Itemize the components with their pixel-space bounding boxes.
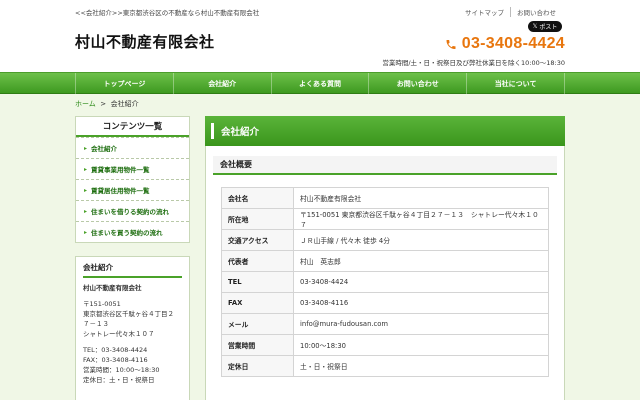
nav-contact[interactable]: お問い合わせ — [368, 73, 466, 95]
company-address-1: 東京都渋谷区千駄ヶ谷４丁目２ — [83, 310, 174, 318]
breadcrumb-home[interactable]: ホーム — [75, 100, 96, 108]
company-name: 村山不動産有限会社 — [83, 284, 142, 292]
row-value: 10:00〜18:30 — [293, 334, 549, 356]
row-label: 代表者 — [221, 250, 294, 272]
nav-top[interactable]: トップページ — [75, 73, 173, 95]
company-address-2: ７－１３ — [83, 320, 109, 328]
arrow-right-icon: ▸ — [84, 165, 88, 173]
sidebar-item-label: 会社紹介 — [91, 145, 118, 153]
table-row: FAX 03-3408-4116 — [221, 292, 549, 314]
top-links: サイトマップ お問い合わせ — [459, 7, 562, 17]
phone-number[interactable]: 03-3408-4424 — [462, 35, 565, 53]
site-header: <<会社紹介>>東京都渋谷区の不動産なら村山不動産有限会社 村山不動産有限会社 … — [0, 0, 640, 72]
company-hours: 営業時間：10:00〜18:30 — [83, 366, 160, 374]
row-label: FAX — [221, 292, 294, 314]
sidebar-item-label: 住まいを借りる契約の流れ — [91, 208, 170, 216]
nav-company[interactable]: 会社紹介 — [172, 73, 271, 95]
breadcrumb: ホーム > 会社紹介 — [75, 99, 139, 109]
sidebar-item-rent-flow[interactable]: ▸ 住まいを借りる契約の流れ — [76, 200, 189, 221]
company-table: 会社名 村山不動産有限会社 所在地 〒151-0051 東京都渋谷区千駄ヶ谷４丁目２７… — [221, 187, 549, 377]
row-value: ＪＲ山手線 / 代々木 徒歩 4分 — [293, 229, 549, 251]
row-label: 定休日 — [221, 355, 294, 377]
table-row: 営業時間 10:00〜18:30 — [221, 334, 549, 356]
phone-icon — [446, 39, 456, 49]
row-label: メール — [221, 313, 294, 335]
sidebar-item-label: 賃貸居住用物件一覧 — [91, 187, 150, 195]
row-value: 〒151-0051 東京都渋谷区千駄ヶ谷４丁目２７－１３ シャトレー代々木１０７ — [293, 208, 549, 230]
contact-link[interactable]: お問い合わせ — [510, 7, 562, 17]
sidebar-item-business-rental[interactable]: ▸ 賃貸事業用物件一覧 — [76, 158, 189, 179]
x-logo-icon: 𝕏 — [532, 23, 538, 30]
row-value: 村山 英志郎 — [293, 250, 549, 272]
breadcrumb-separator: > — [100, 100, 107, 108]
table-row: 定休日 土・日・祝祭日 — [221, 355, 549, 377]
x-post-button[interactable]: 𝕏 ポスト — [528, 21, 562, 32]
sidebar-item-buy-flow[interactable]: ▸ 住まいを買う契約の流れ — [76, 221, 189, 242]
page-title-bar: 会社紹介 — [205, 116, 565, 146]
company-info-box: 会社紹介 村山不動産有限会社 〒151-0051 東京都渋谷区千駄ヶ谷４丁目２ … — [75, 256, 190, 400]
post-label: ポスト — [539, 24, 558, 31]
sidebar-item-residential-rental[interactable]: ▸ 賃貸居住用物件一覧 — [76, 179, 189, 200]
table-row: 交通アクセス ＪＲ山手線 / 代々木 徒歩 4分 — [221, 229, 549, 251]
arrow-right-icon: ▸ — [84, 186, 88, 194]
site-tagline: <<会社紹介>>東京都渋谷区の不動産なら村山不動産有限会社 — [75, 9, 260, 17]
contents-menu: コンテンツ一覧 ▸ 会社紹介 ▸ 賃貸事業用物件一覧 ▸ 賃貸居住用物件一覧 ▸ 住まい… — [75, 116, 190, 243]
row-label: 所在地 — [221, 208, 294, 230]
company-postal: 〒151-0051 — [83, 300, 121, 308]
arrow-right-icon: ▸ — [84, 228, 88, 236]
sitemap-link[interactable]: サイトマップ — [459, 7, 510, 17]
phone-block: 03-3408-4424 — [445, 35, 565, 53]
company-holiday: 定休日：土・日・祝祭日 — [83, 376, 155, 384]
table-row: 会社名 村山不動産有限会社 — [221, 187, 549, 209]
sidebar-item-label: 賃貸事業用物件一覧 — [91, 166, 150, 174]
arrow-right-icon: ▸ — [84, 144, 88, 152]
page-title: 会社紹介 — [221, 127, 260, 138]
company-info-title: 会社紹介 — [83, 262, 182, 278]
main-content: 会社紹介 会社概要 会社名 村山不動産有限会社 所在地 〒151-0051 東京都渋谷… — [205, 116, 565, 400]
table-row: メール info@mura-fudousan.com — [221, 313, 549, 335]
business-hours: 営業時間/土・日・祝祭日及び弊社休業日を除く10:00〜18:30 — [382, 59, 565, 67]
table-row: 代表者 村山 英志郎 — [221, 250, 549, 272]
company-fax: FAX：03-3408-4116 — [83, 356, 148, 364]
contents-menu-title: コンテンツ一覧 — [76, 117, 189, 137]
sidebar-item-label: 住まいを買う契約の流れ — [91, 229, 163, 237]
main-body: 会社概要 会社名 村山不動産有限会社 所在地 〒151-0051 東京都渋谷区千駄ヶ谷… — [205, 146, 565, 400]
company-tel: TEL：03-3408-4424 — [83, 346, 148, 354]
title-accent-bar — [211, 123, 214, 139]
nav-faq[interactable]: よくある質問 — [270, 73, 369, 95]
nav-about[interactable]: 当社について — [466, 73, 565, 95]
sidebar-item-company[interactable]: ▸ 会社紹介 — [76, 137, 189, 158]
company-address-3: シャトレー代々木１０７ — [83, 330, 155, 338]
row-label: 会社名 — [221, 187, 294, 209]
arrow-right-icon: ▸ — [84, 207, 88, 215]
row-value: 村山不動産有限会社 — [293, 187, 549, 209]
row-label: TEL — [221, 271, 294, 293]
breadcrumb-current: 会社紹介 — [110, 100, 139, 108]
row-value: 土・日・祝祭日 — [293, 355, 549, 377]
row-label: 営業時間 — [221, 334, 294, 356]
table-row: 所在地 〒151-0051 東京都渋谷区千駄ヶ谷４丁目２７－１３ シャトレー代々木… — [221, 208, 549, 230]
row-value: 03-3408-4116 — [293, 292, 549, 314]
table-row: TEL 03-3408-4424 — [221, 271, 549, 293]
global-nav: トップページ 会社紹介 よくある質問 お問い合わせ 当社について — [0, 72, 640, 95]
site-title[interactable]: 村山不動産有限会社 — [75, 31, 215, 52]
section-title: 会社概要 — [213, 156, 557, 175]
row-value: 03-3408-4424 — [293, 271, 549, 293]
row-value[interactable]: info@mura-fudousan.com — [293, 313, 549, 335]
sidebar: コンテンツ一覧 ▸ 会社紹介 ▸ 賃貸事業用物件一覧 ▸ 賃貸居住用物件一覧 ▸ 住まい… — [75, 116, 190, 400]
row-label: 交通アクセス — [221, 229, 294, 251]
